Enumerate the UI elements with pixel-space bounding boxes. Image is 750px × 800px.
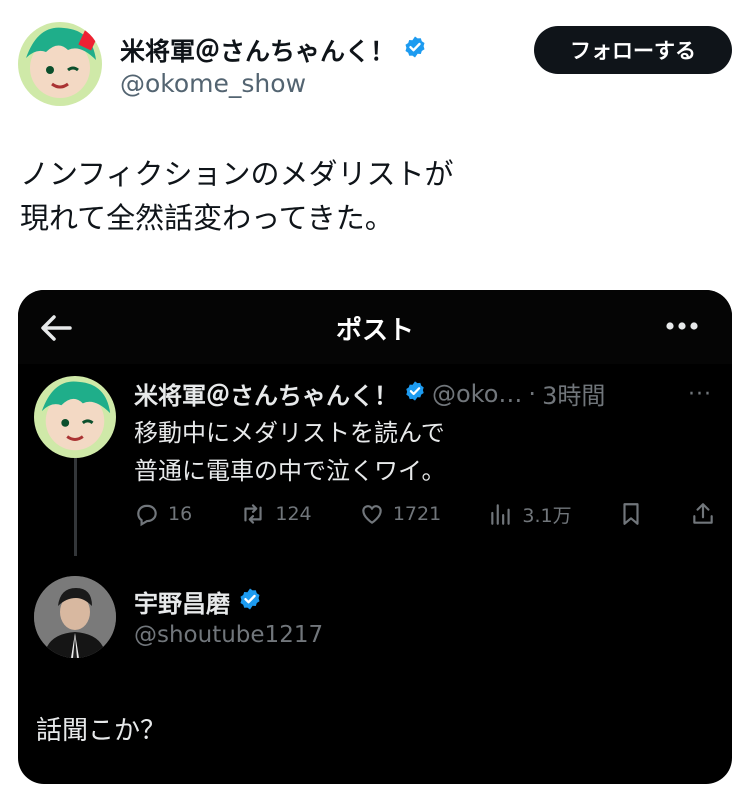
inner-more-icon: ··· [688,382,712,407]
verified-badge-icon [404,380,426,408]
tweet-text: ノンフィクションのメダリストが 現れて全然話変わってきた。 [20,152,720,240]
author-name-row[interactable]: 米将軍＠さんちゃんく！ [120,32,427,68]
inner-author-handle: @oko… [432,379,523,408]
attached-screenshot[interactable]: ポスト 米将軍＠さんちゃんく！ @oko… · 3時間 ··· 移動中にメダリス… [18,290,732,784]
reply-text: 話聞こか？ [36,716,167,746]
reply-icon [134,501,160,527]
inner-post-line: 普通に電車の中で泣くワイ。 [134,457,446,485]
inner-topbar: ポスト [18,290,732,364]
repost-icon [239,501,267,527]
post-time: 3時間 [542,382,606,410]
reply-action: 16 [134,501,192,527]
repost-count: 124 [275,503,312,525]
inner-post-line: 移動中にメダリストを読んで [134,419,445,447]
tweet-text-line: 現れて全然話変わってきた。 [20,201,394,235]
views-count: 3.1万 [522,504,572,527]
like-action: 1721 [359,501,441,527]
author-handle[interactable]: @okome_show [120,69,306,98]
repost-action: 124 [239,501,312,527]
inner-author-avatar [34,376,116,458]
tweet-header: 米将軍＠さんちゃんく！ @okome_show フォローする [18,22,732,112]
views-chart-icon [488,501,514,527]
inner-author-name: 米将軍＠さんちゃんく！ [134,382,398,410]
heart-icon [359,501,385,527]
verified-badge-icon [403,35,427,65]
reply-author-handle: @shoutube1217 [134,622,324,648]
bookmark-action [619,501,643,527]
share-action [690,501,716,527]
meta-separator: · [528,379,537,408]
reply-author-name-row: 宇野昌磨 [134,584,262,619]
more-options-icon [662,314,702,338]
views-action: 3.1万 [488,501,572,528]
reply-count: 16 [168,503,193,525]
inner-action-bar: 16 124 1721 3.1万 [134,496,716,532]
inner-author-row: 米将軍＠さんちゃんく！ @oko… · 3時間 [134,376,605,411]
bookmark-icon [619,501,643,527]
author-avatar[interactable] [18,22,102,106]
tweet-text-line: ノンフィクションのメダリストが [20,157,454,191]
reply-author-name: 宇野昌磨 [134,590,230,618]
like-count: 1721 [392,503,442,525]
inner-header-title: ポスト [335,316,414,346]
author-name[interactable]: 米将軍＠さんちゃんく！ [120,32,395,68]
follow-button[interactable]: フォローする [534,26,732,74]
reply-author-avatar [34,576,116,658]
share-icon [690,501,716,527]
inner-post-text: 移動中にメダリストを読んで 普通に電車の中で泣くワイ。 [134,414,446,490]
verified-badge-icon [238,587,262,617]
